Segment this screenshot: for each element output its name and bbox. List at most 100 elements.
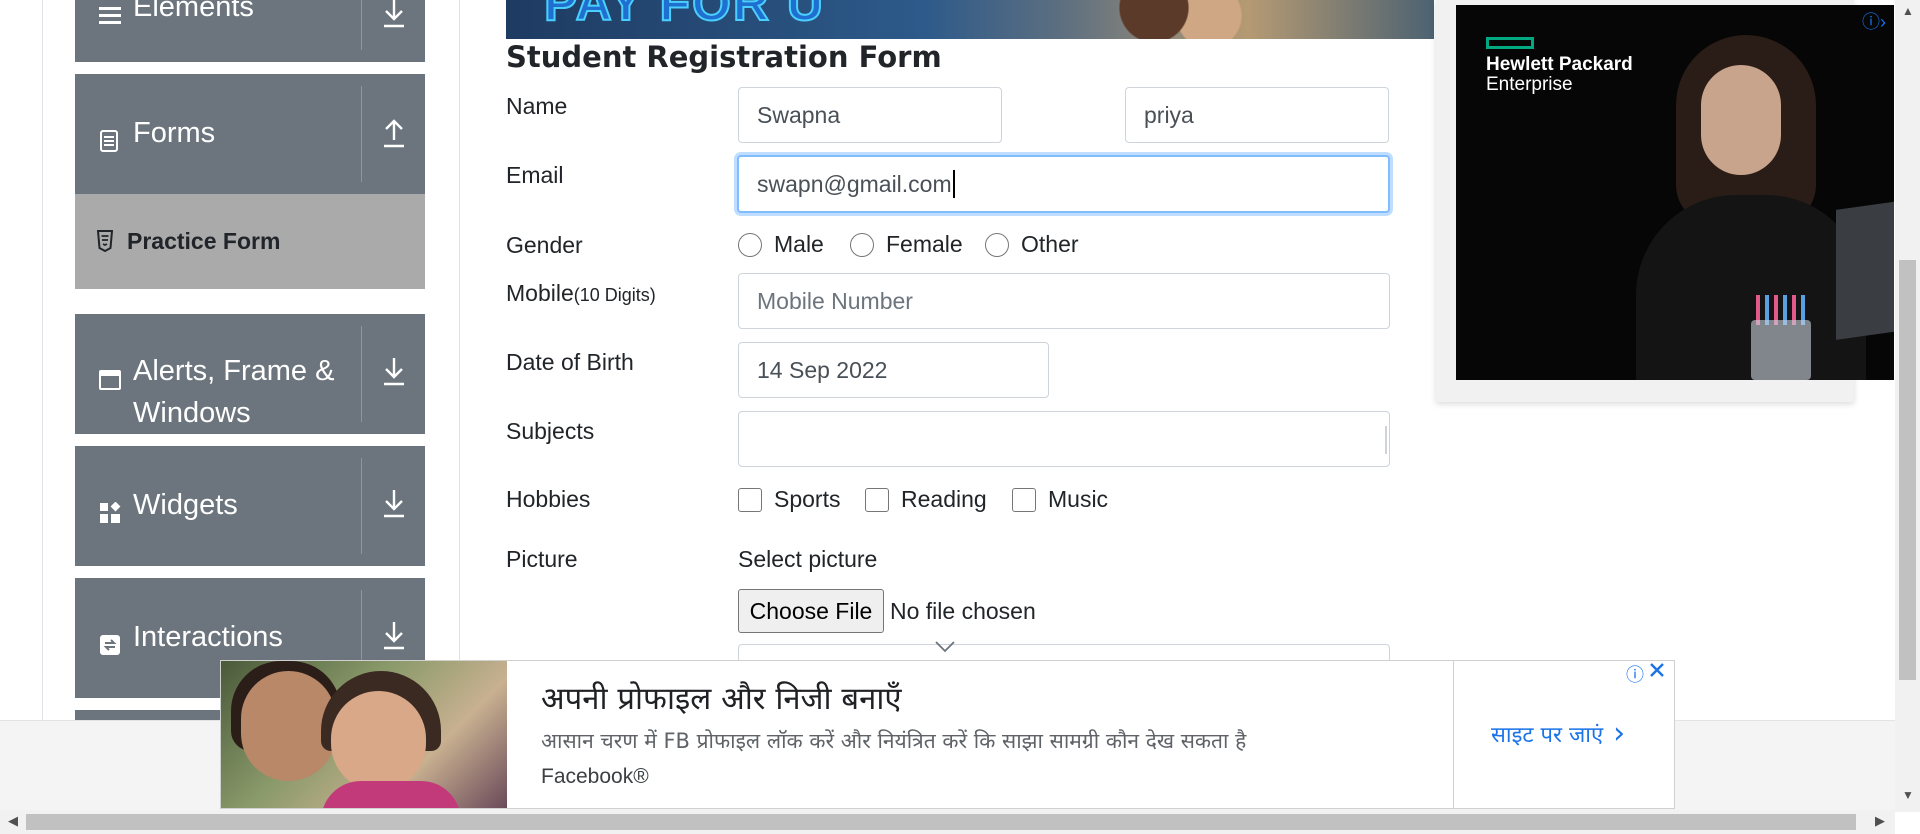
sidebar-item-label: Practice Form (127, 228, 281, 254)
sidebar-group-widgets[interactable]: Widgets (75, 446, 425, 566)
checkbox-label: Sports (774, 486, 841, 512)
ad-close-controls[interactable]: ⓘ (1626, 661, 1666, 687)
gender-radio-male[interactable]: Male (738, 231, 824, 258)
text-caret (952, 170, 955, 198)
sidebar: Elements Forms Practice Form Alerts, Fra… (42, 0, 460, 730)
woman-face (1701, 65, 1781, 175)
sidebar-group-label: Forms (133, 117, 216, 149)
dob-label: Date of Birth (506, 349, 634, 375)
window-icon (99, 360, 121, 390)
download-arrow-icon[interactable] (381, 622, 407, 652)
horizontal-scroll-thumb[interactable] (26, 814, 1856, 830)
sidebar-group-label: Interactions (133, 621, 283, 653)
hpe-brand: Hewlett Packard Enterprise (1486, 55, 1633, 95)
gender-radio-other[interactable]: Other (985, 231, 1079, 258)
widgets-icon (99, 494, 121, 523)
mobile-placeholder: Mobile Number (757, 287, 913, 314)
download-arrow-icon[interactable] (381, 490, 407, 520)
hpe-ad-image[interactable]: Hewlett Packard Enterprise (1456, 5, 1894, 380)
subjects-label: Subjects (506, 418, 595, 444)
scroll-right-arrow-icon[interactable]: ▶ (1875, 813, 1885, 829)
last-name-value: priya (1144, 101, 1194, 128)
sidebar-group-elements[interactable]: Elements (75, 0, 425, 62)
first-name-value: Swapna (757, 101, 841, 128)
mobile-input[interactable]: Mobile Number (738, 273, 1390, 329)
sidebar-group-label: Widgets (133, 489, 238, 521)
subjects-input[interactable] (738, 411, 1390, 467)
gender-radio-female[interactable]: Female (850, 231, 963, 258)
picture-label: Picture (506, 546, 578, 572)
mobile-label-text: Mobile (506, 280, 574, 306)
form-title: Student Registration Form (506, 40, 942, 74)
radio-label: Other (1021, 231, 1079, 257)
interactions-icon (99, 626, 121, 655)
info-icon[interactable]: ⓘ (1626, 661, 1644, 687)
divider (361, 0, 362, 50)
checkbox-box[interactable] (738, 487, 762, 512)
picture-sublabel: Select picture (738, 546, 878, 572)
ad-bottom[interactable]: अपनी प्रोफाइल और निजी बनाएँ आसान चरण में… (220, 660, 1675, 809)
banner-neon-graphic: PAY FOR U (543, 0, 826, 32)
person-face (331, 691, 426, 791)
download-arrow-icon[interactable] (381, 0, 407, 30)
scroll-left-arrow-icon[interactable]: ◀ (8, 813, 18, 829)
horizontal-scrollbar[interactable]: ◀ ▶ (0, 810, 1895, 834)
checkbox-box[interactable] (865, 487, 889, 512)
chevron-right-icon: › (1613, 716, 1626, 751)
email-value: swapn@gmail.com (757, 170, 952, 197)
banner-people-graphic (1066, 0, 1286, 39)
scroll-down-arrow-icon[interactable]: ▼ (1902, 788, 1914, 802)
last-name-input[interactable]: priya (1125, 87, 1389, 143)
first-name-input[interactable]: Swapna (738, 87, 1002, 143)
person-shirt (321, 781, 461, 808)
mobile-hint: (10 Digits) (573, 285, 656, 305)
checkbox-box[interactable] (1012, 487, 1036, 512)
close-icon[interactable] (1648, 661, 1666, 679)
gender-label: Gender (506, 232, 583, 258)
ad-title[interactable]: अपनी प्रोफाइल और निजी बनाएँ (541, 677, 902, 719)
ad-description: आसान चरण में FB प्रोफाइल लॉक करें और निय… (541, 729, 1247, 753)
name-label: Name (506, 93, 568, 119)
email-input[interactable]: swapn@gmail.com (737, 155, 1390, 213)
chevron-down-icon (935, 641, 955, 653)
choose-file-button[interactable]: Choose File (738, 589, 884, 633)
sidebar-group-label: Alerts, Frame & (133, 355, 335, 387)
sidebar-item-practice-form[interactable]: Practice Form (75, 194, 425, 289)
laptop-graphic (1836, 200, 1894, 340)
info-icon[interactable]: ⓘ (1862, 12, 1880, 32)
sidebar-group-label-line2: Windows (133, 397, 251, 429)
hobby-checkbox-reading[interactable]: Reading (865, 486, 987, 513)
checkbox-label: Reading (901, 486, 987, 512)
hobby-checkbox-music[interactable]: Music (1012, 486, 1108, 513)
scroll-up-arrow-icon[interactable]: ▲ (1902, 4, 1914, 18)
vertical-scrollbar[interactable]: ▲ ▼ (1895, 0, 1920, 812)
divider (361, 86, 362, 182)
ad-right[interactable]: Hewlett Packard Enterprise ⓘ› (1436, 0, 1894, 402)
ad-info-controls[interactable]: ⓘ› (1862, 8, 1886, 34)
radio-circle[interactable] (850, 232, 874, 257)
hpe-logo-icon (1486, 37, 1534, 49)
ad-cta-label: साइट पर जाएं (1491, 722, 1604, 748)
hobbies-label: Hobbies (506, 486, 591, 512)
dob-input[interactable]: 14 Sep 2022 (738, 342, 1049, 398)
mobile-label: Mobile(10 Digits) (506, 280, 656, 307)
document-icon (99, 122, 121, 152)
facebook-ad-image[interactable] (221, 661, 507, 808)
divider (361, 458, 362, 554)
radio-circle[interactable] (738, 232, 762, 257)
close-chevron-icon[interactable]: › (1880, 12, 1886, 32)
divider (1453, 661, 1454, 808)
sidebar-group-alerts-frame-windows[interactable]: Alerts, Frame & Windows (75, 314, 425, 434)
upload-arrow-icon[interactable] (381, 118, 407, 148)
hpe-brand-line1: Hewlett Packard (1486, 54, 1633, 75)
subjects-indicator (1385, 426, 1387, 454)
vertical-scroll-thumb[interactable] (1899, 260, 1916, 680)
download-arrow-icon[interactable] (381, 358, 407, 388)
sidebar-group-forms[interactable]: Forms (75, 74, 425, 194)
hobby-checkbox-sports[interactable]: Sports (738, 486, 840, 513)
ad-cta-link[interactable]: साइट पर जाएं › (1491, 716, 1625, 751)
radio-circle[interactable] (985, 232, 1009, 257)
ad-brand: Facebook® (541, 765, 649, 788)
hamburger-icon (99, 0, 121, 24)
email-label: Email (506, 162, 564, 188)
